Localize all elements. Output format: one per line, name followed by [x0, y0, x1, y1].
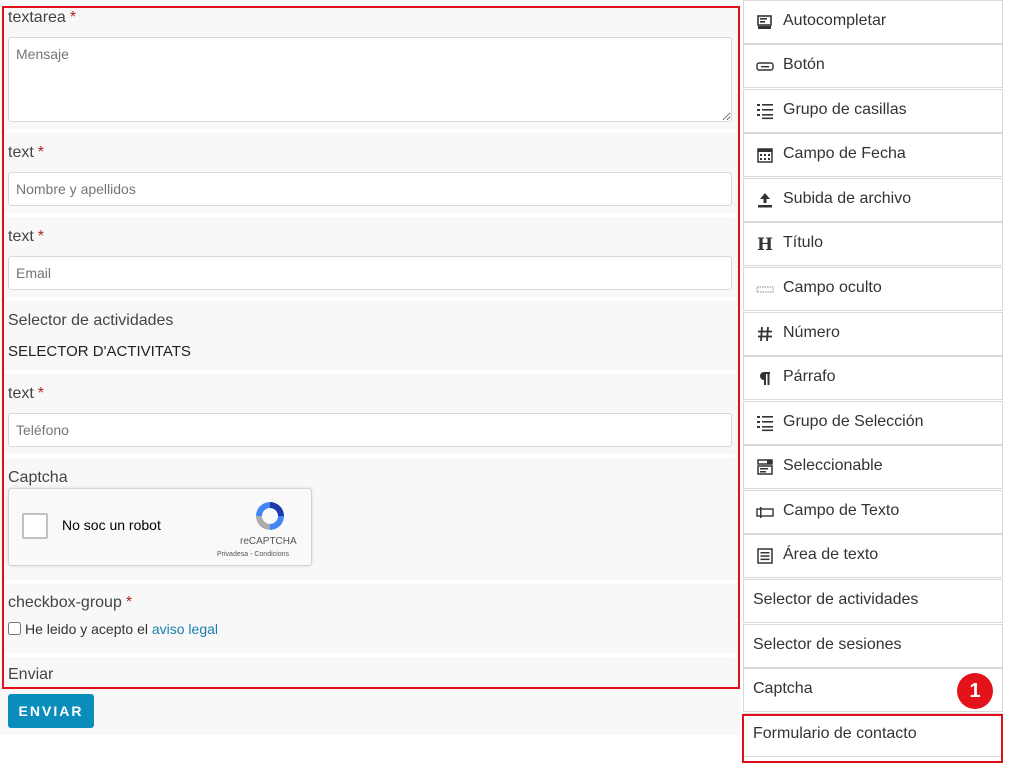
recaptcha-brand: reCAPTCHA	[240, 536, 297, 547]
textarea-icon	[757, 548, 773, 564]
palette-item-label: Selector de actividades	[753, 591, 919, 608]
palette-item-autocomplete[interactable]: Autocompletar	[743, 0, 1003, 44]
required-mark: *	[37, 144, 45, 161]
palette-item-text-field[interactable]: Campo de Texto	[743, 490, 1003, 534]
text-field-icon	[756, 507, 774, 518]
email-input[interactable]	[8, 256, 732, 290]
palette-item-label: Captcha	[753, 680, 813, 697]
recaptcha-checkbox[interactable]	[22, 513, 48, 539]
palette-item-label: Campo de Texto	[783, 502, 900, 519]
textarea-field[interactable]: textarea *	[8, 8, 732, 122]
palette-item-label: Selector de sesiones	[753, 636, 902, 653]
palette-item-number[interactable]: Número	[743, 312, 1003, 356]
message-textarea[interactable]	[8, 37, 732, 122]
paragraph-icon	[760, 372, 770, 385]
email-field-label: text *	[8, 228, 45, 245]
form-canvas: textarea* text* text* Selector de activi…	[0, 0, 740, 735]
palette-item-label: Seleccionable	[783, 457, 883, 474]
palette-item-paragraph[interactable]: Párrafo	[743, 356, 1003, 400]
palette-item-label: Título	[783, 234, 824, 251]
palette-item-label: Área de texto	[783, 546, 879, 563]
name-field[interactable]: text *	[8, 143, 732, 206]
palette-item-heading[interactable]: H Título	[743, 222, 1003, 266]
heading-icon: H	[757, 235, 773, 253]
legal-consent-text: He leido y acepto el	[25, 621, 148, 637]
field-separator	[5, 454, 735, 458]
palette-item-hidden-field[interactable]: Campo oculto	[743, 267, 1003, 311]
palette-item-label: Subida de archivo	[783, 190, 912, 207]
legal-consent-checkbox[interactable]	[8, 622, 21, 635]
hidden-field-icon	[756, 286, 774, 293]
field-separator	[5, 370, 735, 374]
legal-notice-link[interactable]: aviso legal	[152, 621, 218, 637]
required-mark: *	[125, 594, 133, 611]
palette-item-textarea[interactable]: Área de texto	[743, 534, 1003, 578]
radio-group-icon	[757, 416, 773, 432]
checkbox-group-icon	[757, 104, 773, 120]
palette-item-label: Número	[783, 324, 840, 341]
required-mark: *	[37, 228, 45, 245]
palette-item-date-field[interactable]: Campo de Fecha	[743, 133, 1003, 177]
checkbox-group-field[interactable]: checkbox-group * He leido y acepto el avi…	[8, 593, 732, 637]
palette-item-label: Grupo de Selección	[783, 413, 924, 430]
palette-item-label: Campo de Fecha	[783, 145, 906, 162]
email-field[interactable]: text *	[8, 227, 732, 290]
field-separator	[5, 580, 735, 584]
name-field-label: text *	[8, 144, 45, 161]
submit-field[interactable]: Enviar	[8, 665, 732, 685]
palette-item-session-selector[interactable]: Selector de sesiones	[743, 624, 1003, 668]
name-input[interactable]	[8, 172, 732, 206]
select-icon	[757, 459, 773, 475]
hash-icon	[758, 326, 772, 342]
recaptcha-label: No soc un robot	[62, 517, 161, 533]
palette-item-file-upload[interactable]: Subida de archivo	[743, 178, 1003, 222]
svg-text:H: H	[757, 235, 773, 253]
palette-item-button[interactable]: Botón	[743, 44, 1003, 88]
activities-selector-value: SELECTOR D'ACTIVITATS	[8, 343, 191, 360]
field-separator	[5, 297, 735, 301]
palette-item-label: Grupo de casillas	[783, 101, 907, 118]
palette-item-checkbox-group[interactable]: Grupo de casillas	[743, 89, 1003, 133]
recaptcha-links[interactable]: Privadesa - Condicions	[217, 551, 289, 558]
captcha-field-label: Captcha	[8, 469, 68, 486]
field-separator	[5, 213, 735, 217]
required-mark: *	[69, 9, 77, 26]
phone-input[interactable]	[8, 413, 732, 447]
recaptcha-widget[interactable]: No soc un robot reCAPTCHA Privadesa - Co…	[8, 488, 312, 566]
palette-item-select[interactable]: Seleccionable	[743, 445, 1003, 489]
field-separator	[5, 129, 735, 133]
activities-selector-label: Selector de actividades	[8, 312, 174, 329]
submit-button[interactable]: ENVIAR	[8, 694, 94, 728]
phone-field-label: text *	[8, 385, 45, 402]
button-icon	[756, 62, 774, 71]
checkbox-group-label: checkbox-group *	[8, 594, 133, 611]
captcha-field[interactable]: Captcha No soc un robot reCAPTCHA Privad…	[8, 468, 732, 566]
palette-item-label: Campo oculto	[783, 279, 882, 296]
calendar-icon	[757, 148, 773, 163]
palette-item-contact-form[interactable]: Formulario de contacto	[743, 713, 1003, 757]
palette-item-radio-group[interactable]: Grupo de Selección	[743, 401, 1003, 445]
legal-consent-row: He leido y acepto el aviso legal	[8, 621, 218, 637]
autocomplete-icon	[757, 15, 772, 29]
recaptcha-logo-icon	[256, 502, 284, 530]
required-mark: *	[37, 385, 45, 402]
textarea-field-label: textarea *	[8, 9, 77, 26]
phone-field[interactable]: text *	[8, 384, 732, 447]
step-number-badge: 1	[957, 673, 993, 709]
upload-icon	[758, 193, 772, 208]
palette-item-label: Botón	[783, 56, 825, 73]
field-separator	[5, 653, 735, 657]
palette-item-label: Autocompletar	[783, 12, 887, 29]
palette-item-label: Párrafo	[783, 368, 836, 385]
activities-selector-field[interactable]: Selector de actividades SELECTOR D'ACTIV…	[8, 311, 732, 360]
palette-item-label: Formulario de contacto	[753, 725, 917, 742]
submit-field-label: Enviar	[8, 666, 54, 683]
palette-item-activity-selector[interactable]: Selector de actividades	[743, 579, 1003, 623]
